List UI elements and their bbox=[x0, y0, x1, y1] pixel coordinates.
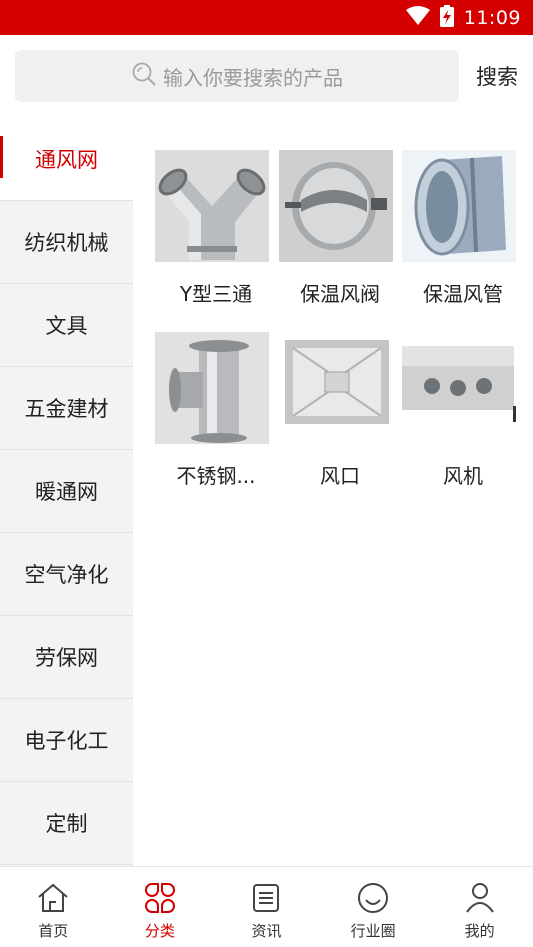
nav-label: 首页 bbox=[38, 922, 69, 940]
nav-label: 我的 bbox=[464, 922, 495, 940]
sidebar-item-air-purification[interactable]: 空气净化 bbox=[0, 533, 133, 616]
sidebar-item-custom[interactable]: 定制 bbox=[0, 782, 133, 865]
product-name: 保温风管 bbox=[423, 282, 503, 306]
product-card[interactable]: 保温风管 bbox=[402, 150, 518, 306]
sidebar-item-ventilation[interactable]: 通风网 bbox=[0, 118, 133, 201]
fan-box-image bbox=[402, 332, 516, 444]
nav-profile[interactable]: 我的 bbox=[426, 867, 533, 947]
sidebar-item-hvac[interactable]: 暖通网 bbox=[0, 450, 133, 533]
sidebar-item-stationery[interactable]: 文具 bbox=[0, 284, 133, 367]
bottom-nav: 首页 分类 资讯 行业圈 我的 bbox=[0, 866, 533, 947]
product-name: 不锈钢... bbox=[176, 464, 256, 488]
nav-category[interactable]: 分类 bbox=[107, 867, 214, 947]
circle-icon bbox=[358, 883, 389, 913]
search-row: 输入你要搜索的产品 搜索 bbox=[0, 35, 533, 117]
sidebar-item-hardware-building[interactable]: 五金建材 bbox=[0, 367, 133, 450]
stainless-tee-image bbox=[155, 332, 269, 444]
nav-news[interactable]: 资讯 bbox=[213, 867, 320, 947]
product-card[interactable]: 风机 bbox=[402, 332, 518, 488]
nav-label: 资讯 bbox=[251, 922, 282, 940]
nav-label: 分类 bbox=[144, 922, 175, 940]
y-tee-duct-image bbox=[155, 150, 269, 262]
battery-charging-icon bbox=[439, 4, 454, 31]
product-card[interactable]: 保温风阀 bbox=[279, 150, 395, 306]
product-name: 风机 bbox=[443, 464, 483, 488]
damper-valve-image bbox=[279, 150, 393, 262]
insulated-duct-image bbox=[402, 150, 516, 262]
category-sidebar: 通风网 纺织机械 文具 五金建材 暖通网 空气净化 劳保网 电子化工 定制 bbox=[0, 118, 133, 866]
search-button[interactable]: 搜索 bbox=[468, 50, 526, 102]
sidebar-item-electronics-chemicals[interactable]: 电子化工 bbox=[0, 699, 133, 782]
news-icon bbox=[253, 884, 280, 912]
product-name: 保温风阀 bbox=[300, 282, 380, 306]
search-icon bbox=[131, 61, 157, 92]
search-placeholder: 输入你要搜索的产品 bbox=[163, 65, 343, 90]
search-input[interactable]: 输入你要搜索的产品 bbox=[15, 50, 459, 102]
home-icon bbox=[38, 883, 68, 912]
wifi-icon bbox=[405, 5, 430, 30]
product-name: Y型三通 bbox=[179, 282, 253, 306]
nav-home[interactable]: 首页 bbox=[0, 867, 107, 947]
product-card[interactable]: Y型三通 bbox=[155, 150, 271, 306]
product-name: 风口 bbox=[320, 464, 360, 488]
air-vent-image bbox=[279, 332, 393, 444]
sidebar-item-labor-protection[interactable]: 劳保网 bbox=[0, 616, 133, 699]
profile-icon bbox=[465, 883, 494, 913]
product-card[interactable]: 风口 bbox=[279, 332, 395, 488]
status-time: 11:09 bbox=[463, 6, 521, 29]
status-icons: 11:09 bbox=[405, 0, 521, 35]
status-bar: 11:09 bbox=[0, 0, 533, 35]
sidebar-item-textile-machinery[interactable]: 纺织机械 bbox=[0, 201, 133, 284]
nav-industry-circle[interactable]: 行业圈 bbox=[320, 867, 427, 947]
product-card[interactable]: 不锈钢... bbox=[155, 332, 271, 488]
category-icon bbox=[144, 883, 175, 913]
nav-label: 行业圈 bbox=[350, 922, 396, 940]
